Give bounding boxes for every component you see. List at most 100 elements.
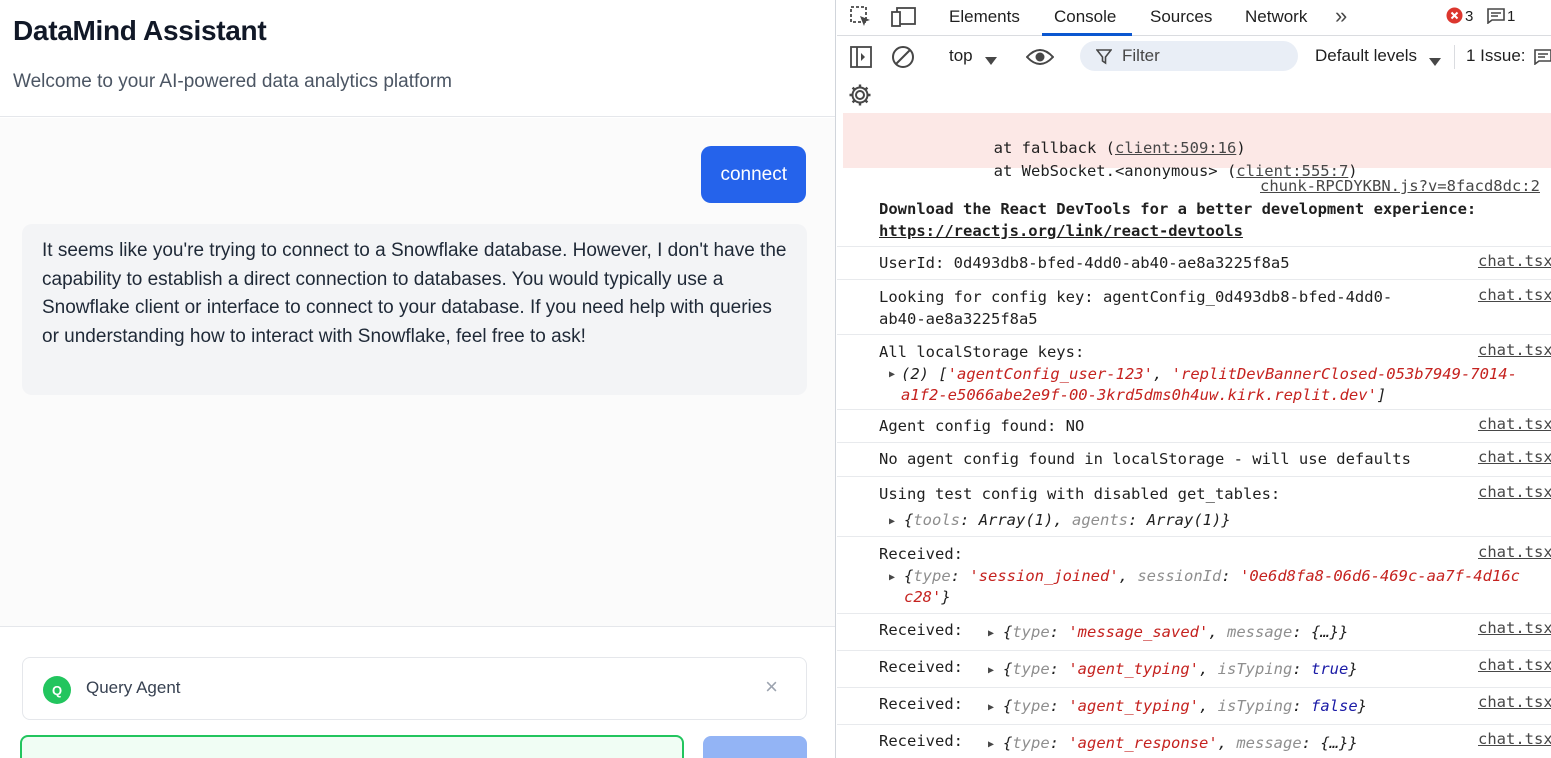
source-link[interactable]: chat.tsx xyxy=(1478,415,1551,433)
log-text: Agent config found: NO xyxy=(879,417,1085,435)
array-value: 'agentConfig_user-123' xyxy=(947,365,1153,383)
filter-input[interactable]: Filter xyxy=(1080,41,1298,71)
agent-name: Query Agent xyxy=(86,678,181,697)
assistant-message-bubble: It seems like you're trying to connect t… xyxy=(22,224,807,395)
context-select[interactable]: top xyxy=(949,46,973,66)
source-link[interactable]: chat.tsx xyxy=(1478,448,1551,466)
console-log[interactable]: at fallback (client:509:16) at WebSocket… xyxy=(837,113,1551,758)
error-icon xyxy=(1446,7,1463,29)
filter-placeholder: Filter xyxy=(1122,46,1160,65)
page-subtitle: Welcome to your AI-powered data analytic… xyxy=(13,71,452,92)
log-entry: Received: ▶ {type: 'agent_typing', isTyp… xyxy=(837,688,1551,725)
log-text: Looking for config key: agentConfig_0d49… xyxy=(879,288,1393,306)
tab-elements[interactable]: Elements xyxy=(949,7,1020,27)
expand-icon[interactable]: ▶ xyxy=(889,572,895,583)
array-sep: , xyxy=(1152,365,1172,383)
message-input[interactable] xyxy=(20,735,684,758)
inspect-icon[interactable] xyxy=(849,5,873,34)
tab-network[interactable]: Network xyxy=(1245,7,1307,27)
source-link[interactable]: chat.tsx xyxy=(1478,619,1551,637)
eye-icon[interactable] xyxy=(1025,47,1055,72)
log-object[interactable]: {type: 'message_saved', message: {…}} xyxy=(1003,623,1348,641)
log-object[interactable]: {type: 'agent_typing', isTyping: false} xyxy=(1003,697,1367,715)
log-entry: chunk-RPCDYKBN.js?v=8facd8dc:2 Download … xyxy=(837,175,1551,247)
obj-key: type xyxy=(1012,734,1050,752)
log-object[interactable]: (2) ['agentConfig_user-123', 'replitDevB… xyxy=(901,365,1517,383)
source-link[interactable]: chat.tsx xyxy=(1478,286,1551,304)
expand-icon[interactable]: ▶ xyxy=(988,739,994,750)
chevron-down-icon xyxy=(1429,53,1441,71)
selected-agent-card: Q Query Agent × xyxy=(22,657,807,720)
more-tabs-button[interactable]: » xyxy=(1335,3,1347,29)
obj-value: 'message_saved' xyxy=(1068,623,1209,641)
obj-value: 'agent_typing' xyxy=(1068,697,1199,715)
obj-value: {…} xyxy=(1320,734,1349,752)
tab-sources[interactable]: Sources xyxy=(1150,7,1212,27)
array-close: ] xyxy=(1376,386,1387,404)
expand-icon[interactable]: ▶ xyxy=(988,628,994,639)
obj-key: message xyxy=(1236,734,1302,752)
console-toolbar: top Filter Default levels 1 Issue: xyxy=(837,37,1551,77)
log-text: Received: xyxy=(879,732,963,750)
log-text: No agent config found in localStorage - … xyxy=(879,450,1411,468)
log-text: ab40-ae8a3225f8a5 xyxy=(879,310,1038,328)
expand-icon[interactable]: ▶ xyxy=(988,665,994,676)
log-entry: All localStorage keys: chat.tsx ▶ (2) ['… xyxy=(837,335,1551,410)
brace: { xyxy=(904,511,914,529)
obj-key: type xyxy=(1012,660,1050,678)
obj-value: Array(1) xyxy=(1146,511,1222,529)
log-text: UserId: 0d493db8-bfed-4dd0-ab40-ae8a3225… xyxy=(879,254,1290,272)
gear-icon[interactable] xyxy=(848,83,872,112)
source-link[interactable]: chat.tsx xyxy=(1478,693,1551,711)
source-link[interactable]: chat.tsx xyxy=(1478,252,1551,270)
console-settings-row xyxy=(837,77,1551,113)
log-entry: Received: ▶ {type: 'agent_typing', isTyp… xyxy=(837,651,1551,688)
log-entry: Agent config found: NO chat.tsx xyxy=(837,410,1551,443)
expand-icon[interactable]: ▶ xyxy=(988,702,994,713)
log-object[interactable]: {type: 'session_joined', sessionId: '0e6… xyxy=(904,567,1520,585)
close-icon[interactable]: × xyxy=(765,674,778,700)
expand-icon[interactable]: ▶ xyxy=(889,369,895,380)
message-count[interactable]: 1 xyxy=(1507,8,1515,25)
log-object[interactable]: {type: 'agent_typing', isTyping: true} xyxy=(1003,660,1358,678)
device-icon[interactable] xyxy=(891,5,917,34)
obj-value: {…} xyxy=(1311,623,1339,641)
obj-key: tools xyxy=(913,511,961,529)
obj-key: isTyping xyxy=(1217,697,1293,715)
log-link[interactable]: https://reactjs.org/link/react-devtools xyxy=(879,222,1243,240)
obj-value: false xyxy=(1311,697,1358,715)
levels-select[interactable]: Default levels xyxy=(1315,46,1417,66)
sidebar-icon[interactable] xyxy=(849,45,873,74)
chevron-down-icon xyxy=(985,52,997,70)
message-icon xyxy=(1487,8,1505,29)
page-title: DataMind Assistant xyxy=(13,15,267,46)
log-object[interactable]: {tools: Array(1), agents: Array(1)} xyxy=(904,511,1231,529)
source-link[interactable]: chat.tsx xyxy=(1478,656,1551,674)
clear-icon[interactable] xyxy=(891,45,915,74)
chat-messages[interactable]: connect It seems like you're trying to c… xyxy=(0,118,835,626)
log-entry: Received: chat.tsx ▶ {type: 'session_joi… xyxy=(837,537,1551,614)
send-button[interactable] xyxy=(703,736,807,758)
issue-icon xyxy=(1534,49,1551,70)
issues-button[interactable]: 1 Issue: xyxy=(1466,46,1526,66)
log-text: Received: xyxy=(879,658,963,676)
expand-icon[interactable]: ▶ xyxy=(889,516,895,527)
source-link[interactable]: chunk-RPCDYKBN.js?v=8facd8dc:2 xyxy=(1260,177,1540,195)
log-object[interactable]: {type: 'agent_response', message: {…}} xyxy=(1003,734,1358,752)
log-entry: No agent config found in localStorage - … xyxy=(837,443,1551,477)
tab-console[interactable]: Console xyxy=(1054,7,1116,27)
log-text: Received: xyxy=(879,621,963,639)
log-text: Using test config with disabled get_tabl… xyxy=(879,485,1281,503)
error-stack-trace: at fallback (client:509:16) at WebSocket… xyxy=(843,113,1551,180)
obj-key: agents xyxy=(1072,511,1129,529)
log-text: Received: xyxy=(879,545,963,563)
source-link[interactable]: chat.tsx xyxy=(1478,543,1551,561)
source-link[interactable]: chat.tsx xyxy=(1478,341,1551,359)
log-text: All localStorage keys: xyxy=(879,343,1085,361)
obj-value: 'agent_typing' xyxy=(1068,660,1199,678)
source-link[interactable]: chat.tsx xyxy=(1478,483,1551,501)
log-entry: UserId: 0d493db8-bfed-4dd0-ab40-ae8a3225… xyxy=(837,247,1551,280)
chat-app: DataMind Assistant Welcome to your AI-po… xyxy=(0,0,836,758)
source-link[interactable]: chat.tsx xyxy=(1478,730,1551,748)
error-count[interactable]: 3 xyxy=(1465,8,1473,25)
